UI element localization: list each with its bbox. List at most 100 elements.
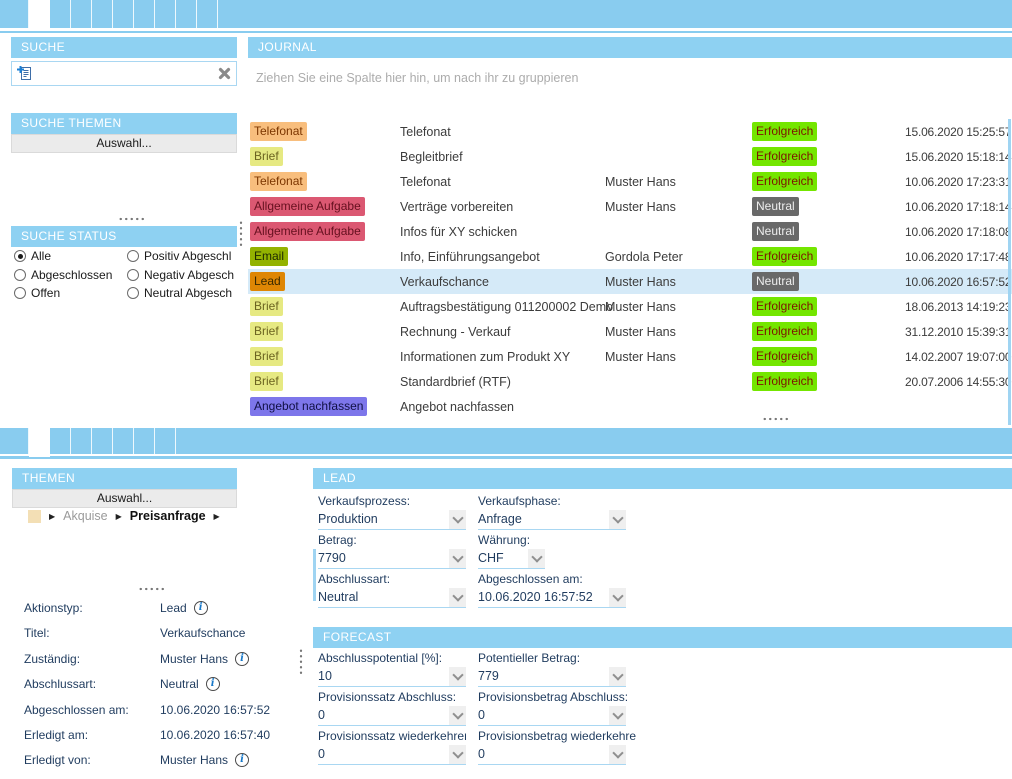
main-tab[interactable] bbox=[29, 0, 50, 31]
breadcrumb-item[interactable]: ▶ Akquise bbox=[49, 509, 108, 523]
info-icon[interactable]: i bbox=[235, 753, 249, 767]
chevron-down-icon[interactable] bbox=[449, 588, 466, 607]
form-field: Potentieller Betrag: 779 bbox=[478, 651, 714, 690]
main-tab[interactable] bbox=[134, 0, 155, 28]
detail-tab[interactable] bbox=[29, 428, 50, 457]
sidebar-vertical-splitter[interactable] bbox=[239, 220, 243, 247]
radio-icon bbox=[127, 269, 139, 281]
breadcrumb: ▶ Akquise ▶ Preisanfrage ▶ bbox=[28, 509, 220, 523]
titel-cell: Rechnung - Verkauf bbox=[400, 325, 605, 339]
dropdown-field[interactable]: 779 bbox=[478, 667, 626, 687]
status-radio-option[interactable]: Neutral Abgesch bbox=[127, 284, 238, 303]
datum-cell: 10.06.2020 17:17:48 bbox=[905, 250, 1012, 264]
record-horizontal-splitter[interactable] bbox=[138, 587, 165, 591]
new-entry-icon[interactable] bbox=[17, 66, 32, 81]
record-field-value: Muster Hans bbox=[160, 652, 228, 666]
record-field-label: Titel: bbox=[24, 626, 160, 640]
dropdown-field[interactable]: Produktion bbox=[318, 510, 466, 530]
table-row[interactable]: Brief Informationen zum Produkt XY Muste… bbox=[248, 344, 1012, 369]
chevron-down-icon[interactable] bbox=[449, 549, 466, 568]
dropdown-field[interactable]: 7790 bbox=[318, 549, 466, 569]
chevron-down-icon[interactable] bbox=[449, 510, 466, 529]
breadcrumb-label: Preisanfrage bbox=[130, 509, 206, 523]
detail-tab[interactable] bbox=[71, 428, 92, 454]
table-row[interactable]: Angebot nachfassen Angebot nachfassen bbox=[248, 394, 1012, 419]
chevron-down-icon[interactable] bbox=[609, 745, 626, 764]
search-box[interactable] bbox=[11, 61, 237, 86]
journal-bottom-splitter[interactable] bbox=[762, 417, 789, 421]
status-radio-option[interactable]: Alle bbox=[14, 247, 127, 266]
chevron-down-icon[interactable] bbox=[609, 667, 626, 686]
detail-tab[interactable] bbox=[50, 428, 71, 454]
search-input[interactable] bbox=[36, 67, 214, 81]
suche-themen-auswahl-button[interactable]: Auswahl... bbox=[11, 134, 237, 153]
form-field: Verkaufsphase: Anfrage bbox=[478, 494, 714, 533]
status-radio-option[interactable]: Negativ Abgesch bbox=[127, 266, 238, 285]
form-field-label: Währung: bbox=[478, 533, 636, 547]
abschlussart-badge: Neutral bbox=[752, 272, 799, 291]
detail-tab[interactable] bbox=[155, 428, 176, 454]
record-vertical-splitter[interactable] bbox=[299, 648, 303, 675]
dropdown-field[interactable]: 0 bbox=[318, 706, 466, 726]
status-radio-option[interactable]: Positiv Abgeschl bbox=[127, 247, 238, 266]
chevron-down-icon[interactable] bbox=[609, 706, 626, 725]
dropdown-field[interactable]: 0 bbox=[478, 745, 626, 765]
main-tab[interactable] bbox=[50, 0, 71, 28]
datum-cell: 14.02.2007 19:07:00 bbox=[905, 350, 1012, 364]
chevron-down-icon[interactable] bbox=[528, 549, 545, 568]
clear-icon[interactable] bbox=[218, 67, 231, 80]
info-icon[interactable]: i bbox=[206, 677, 220, 691]
chevron-down-icon[interactable] bbox=[449, 745, 466, 764]
main-tab[interactable] bbox=[113, 0, 134, 28]
table-row[interactable]: Brief Rechnung - Verkauf Muster Hans Erf… bbox=[248, 319, 1012, 344]
dropdown-value: 0 bbox=[318, 745, 466, 763]
triangle-right-icon[interactable]: ▶ bbox=[214, 510, 220, 523]
dropdown-field[interactable]: 0 bbox=[478, 706, 626, 726]
chevron-down-icon[interactable] bbox=[449, 667, 466, 686]
status-radio-option[interactable]: Offen bbox=[14, 284, 127, 303]
detail-tab[interactable] bbox=[8, 428, 29, 454]
dropdown-field[interactable]: 0 bbox=[318, 745, 466, 765]
chevron-down-icon[interactable] bbox=[449, 706, 466, 725]
main-tab[interactable] bbox=[92, 0, 113, 28]
table-row[interactable]: Email Info, Einführungsangebot Gordola P… bbox=[248, 244, 1012, 269]
info-icon[interactable]: i bbox=[235, 652, 249, 666]
chevron-down-icon[interactable] bbox=[609, 588, 626, 607]
main-tab[interactable] bbox=[197, 0, 218, 28]
detail-tab[interactable] bbox=[113, 428, 134, 454]
table-row[interactable]: Brief Auftragsbestätigung 011200002 Demo… bbox=[248, 294, 1012, 319]
panel-scrollbar[interactable] bbox=[313, 549, 316, 601]
status-radio-option[interactable]: Abgeschlossen bbox=[14, 266, 127, 285]
table-row[interactable]: Allgemeine Aufgabe Infos für XY schicken… bbox=[248, 219, 1012, 244]
abschlussart-badge: Erfolgreich bbox=[752, 347, 817, 366]
chevron-down-icon[interactable] bbox=[609, 510, 626, 529]
datum-cell: 15.06.2020 15:18:14 bbox=[905, 150, 1012, 164]
forecast-form: Abschlusspotential [%]: 10 Potentieller … bbox=[318, 651, 778, 768]
dropdown-field[interactable]: CHF bbox=[478, 549, 545, 569]
detail-tab[interactable] bbox=[134, 428, 155, 454]
dropdown-field[interactable]: 10.06.2020 16:57:52 bbox=[478, 588, 626, 608]
journal-section-header: JOURNAL bbox=[248, 37, 1012, 58]
dropdown-field[interactable]: 10 bbox=[318, 667, 466, 687]
table-row[interactable]: Brief Standardbrief (RTF) Erfolgreich 20… bbox=[248, 369, 1012, 394]
zustaendig-cell: Muster Hans bbox=[605, 175, 752, 189]
main-tab[interactable] bbox=[176, 0, 197, 28]
dropdown-field[interactable]: Neutral bbox=[318, 588, 466, 608]
dropdown-field[interactable]: Anfrage bbox=[478, 510, 626, 530]
group-by-drop-zone[interactable]: Ziehen Sie eine Spalte hier hin, um nach… bbox=[256, 71, 578, 85]
detail-tab[interactable] bbox=[92, 428, 113, 454]
table-row[interactable]: Brief Begleitbrief Erfolgreich 15.06.202… bbox=[248, 144, 1012, 169]
main-tab[interactable] bbox=[155, 0, 176, 28]
breadcrumb-item[interactable]: ▶ Preisanfrage bbox=[116, 509, 206, 523]
table-row[interactable]: Lead Verkaufschance Muster Hans Neutral … bbox=[248, 269, 1012, 294]
journal-scrollbar[interactable] bbox=[1008, 119, 1011, 425]
sidebar-horizontal-splitter[interactable] bbox=[118, 217, 145, 221]
table-row[interactable]: Telefonat Telefonat Muster Hans Erfolgre… bbox=[248, 169, 1012, 194]
info-icon[interactable]: i bbox=[194, 601, 208, 615]
themen-auswahl-button[interactable]: Auswahl... bbox=[12, 489, 237, 508]
table-row[interactable]: Telefonat Telefonat Erfolgreich 15.06.20… bbox=[248, 119, 1012, 144]
record-field-label: Abschlussart: bbox=[24, 677, 160, 691]
main-tab[interactable] bbox=[71, 0, 92, 28]
main-tab[interactable] bbox=[8, 0, 29, 28]
table-row[interactable]: Allgemeine Aufgabe Verträge vorbereiten … bbox=[248, 194, 1012, 219]
